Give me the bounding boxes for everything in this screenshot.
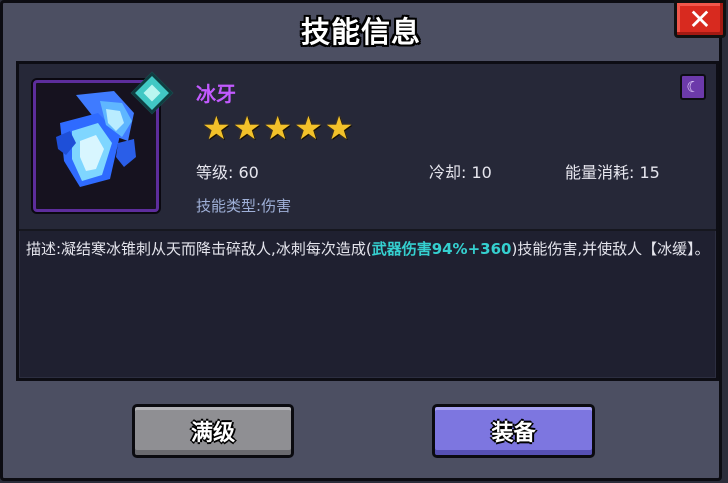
equip-button[interactable]: 装备	[432, 404, 595, 458]
skill-name: 冰牙	[196, 82, 236, 106]
skill-detail-panel: 冰牙 ☾ ★ ★ ★ ★ ★ 等级: 60 冷却: 10 能量消耗: 15 技能…	[16, 61, 719, 381]
skill-type-label: 技能类型:	[196, 197, 262, 215]
star-icon: ★	[324, 109, 354, 147]
skill-type: 技能类型:伤害	[196, 195, 291, 216]
energy-label: 能量消耗:	[565, 163, 635, 182]
skill-type-value: 伤害	[261, 197, 292, 215]
star-icon: ★	[232, 109, 262, 147]
close-button[interactable]: ✕	[674, 0, 726, 38]
window-title: 技能信息	[300, 15, 421, 49]
cooldown-stat: 冷却: 10	[429, 159, 492, 183]
level-value: 60	[238, 163, 259, 182]
description-suffix: )技能伤害,并使敌人【冰缓】。	[511, 240, 710, 258]
star-icon: ★	[263, 109, 293, 147]
max-level-button[interactable]: 满级	[132, 404, 294, 458]
description-prefix: 描述:凝结寒冰锥刺从天而降击碎敌人,冰刺每次造成(	[26, 240, 372, 258]
skill-info-window: 技能信息 冰牙 ☾ ★ ★ ★ ★ ★ 等级: 60 冷却: 10 能量消耗: …	[0, 0, 722, 481]
energy-stat: 能量消耗: 15	[565, 159, 660, 183]
star-icon: ★	[202, 109, 231, 147]
close-icon: ✕	[688, 2, 712, 36]
description-highlight: 武器伤害94%+360	[371, 240, 512, 258]
moon-icon[interactable]: ☾	[680, 74, 706, 100]
title-bar: 技能信息	[3, 3, 719, 57]
skill-header: 冰牙 ☾ ★ ★ ★ ★ ★ 等级: 60 冷却: 10 能量消耗: 15 技能…	[19, 64, 716, 231]
star-icon: ★	[294, 109, 323, 147]
cooldown-value: 10	[471, 163, 492, 182]
energy-value: 15	[639, 163, 660, 182]
ice-fang-icon	[56, 91, 136, 187]
level-stat: 等级: 60	[196, 159, 259, 183]
level-label: 等级:	[196, 163, 234, 182]
skill-description: 描述:凝结寒冰锥刺从天而降击碎敌人,冰刺每次造成(武器伤害94%+360)技能伤…	[26, 238, 710, 260]
star-rating: ★ ★ ★ ★ ★	[202, 112, 353, 144]
cooldown-label: 冷却:	[429, 163, 467, 182]
